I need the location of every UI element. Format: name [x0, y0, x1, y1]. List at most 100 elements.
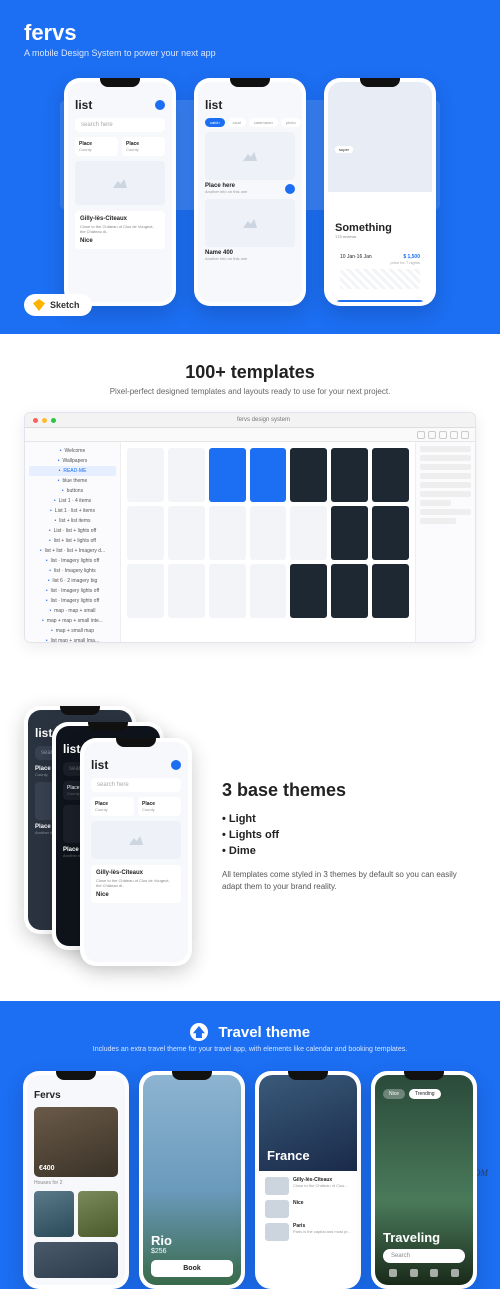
minimize-icon: [42, 418, 47, 423]
nav-icon: [389, 1269, 397, 1277]
artboard: [331, 448, 368, 502]
titlebar: fervs design system: [25, 413, 475, 428]
sketch-app-window: fervs design system WelcomeWallpapersREA…: [24, 412, 476, 643]
artboard: [127, 448, 164, 502]
artboard: [250, 506, 287, 560]
sidebar-item: List · list + lights off: [29, 526, 116, 536]
sidebar-item: map + map + small inte...: [29, 616, 116, 626]
artboard: [168, 448, 205, 502]
screen-title: list: [75, 98, 92, 112]
umbrella-icon: [190, 1023, 208, 1041]
price-sub: price for 7 nights: [340, 260, 420, 265]
tool-icon: [461, 431, 469, 439]
hero-phone-1: list search here PlaceCounty PlaceCounty…: [64, 78, 176, 306]
artboard: [331, 506, 368, 560]
theme-desc: All templates come styled in 3 themes by…: [222, 869, 476, 891]
travel-phone-2: Rio $256 Book: [139, 1071, 245, 1289]
hero-section: fervs A mobile Design System to power yo…: [0, 0, 500, 334]
sidebar-item: Wallpapers: [29, 456, 116, 466]
sidebar-item: list + list items: [29, 516, 116, 526]
sidebar-item: list · Imagery lights off: [29, 556, 116, 566]
add-icon: [155, 100, 165, 110]
detail-card: Gilly-lès-Cîteaux Close to the Château o…: [75, 211, 165, 249]
theme-item: Dime: [222, 845, 476, 857]
notch-icon: [288, 1071, 328, 1080]
place-sub: Another info on this one: [205, 256, 295, 261]
toolbar: [25, 428, 475, 442]
travel-phone-4: Nice Trending Traveling Search: [371, 1071, 477, 1289]
tool-icon: [439, 431, 447, 439]
tool-icon: [450, 431, 458, 439]
themes-section: list search here Place County Place here…: [0, 671, 500, 1001]
artboard: [372, 564, 409, 618]
sidebar-item: list map + small Ima...: [29, 636, 116, 642]
artboard: [290, 506, 327, 560]
notch-icon: [172, 1071, 212, 1080]
window-title: fervs design system: [60, 417, 467, 423]
search-input: search here: [75, 118, 165, 132]
image-placeholder-icon: [205, 132, 295, 180]
sidebar-item: list + list · list + Imagery d...: [29, 546, 116, 556]
date-text: 10 Jan·16 Jan: [340, 254, 372, 260]
sidebar-item: Welcome: [29, 446, 116, 456]
artboard: [372, 448, 409, 502]
theme-item: Lights off: [222, 829, 476, 841]
badge: super: [335, 146, 353, 153]
notch-icon: [56, 1071, 96, 1080]
travel-phone-1: Fervs €400 Houses for 2: [23, 1071, 129, 1289]
artboard: [250, 448, 287, 502]
book-button: Book: [151, 1260, 233, 1277]
sidebar-item: buttons: [29, 486, 116, 496]
hero-phone-row: list search here PlaceCounty PlaceCounty…: [24, 78, 476, 306]
brand-subtitle: A mobile Design System to power your nex…: [24, 48, 476, 58]
tool-icon: [428, 431, 436, 439]
theme-phone-stack: list search here Place County Place here…: [24, 706, 194, 966]
theme-item: Light: [222, 813, 476, 825]
canvas: [121, 442, 415, 642]
hero-phone-3: super Something 175 reviews 10 Jan·16 Ja…: [324, 78, 436, 306]
artboard: [209, 564, 246, 618]
theme-list: Light Lights off Dime: [222, 813, 476, 857]
notch-icon: [360, 78, 400, 87]
maximize-icon: [51, 418, 56, 423]
sketch-badge: Sketch: [24, 294, 92, 316]
travel-section: Travel theme Includes an extra travel th…: [0, 1001, 500, 1289]
artboard: [290, 564, 327, 618]
sketch-icon: [33, 299, 45, 311]
product-title: Something: [335, 222, 425, 234]
sidebar-item: list · Imagery lights: [29, 566, 116, 576]
artboard: [290, 448, 327, 502]
sidebar-item: blue theme: [29, 476, 116, 486]
sidebar-item: list 6 · 2 imagery big: [29, 576, 116, 586]
section-title: 3 base themes: [222, 780, 476, 801]
section-subtitle: Includes an extra travel theme for your …: [18, 1046, 482, 1053]
section-subtitle: Pixel-perfect designed templates and lay…: [24, 387, 476, 396]
image-placeholder-icon: [91, 821, 181, 859]
notch-icon: [116, 738, 156, 747]
place-card: PlaceCounty: [75, 137, 118, 156]
artboard: [127, 564, 164, 618]
artboard: [331, 564, 368, 618]
layers-sidebar: WelcomeWallpapersREAD-MEblue themebutton…: [25, 442, 121, 642]
screen-title: list: [205, 98, 222, 112]
artboard: [250, 564, 287, 618]
image-placeholder-icon: [205, 199, 295, 247]
notch-icon: [230, 78, 270, 87]
map-placeholder-icon: [340, 269, 420, 289]
filter-pill: local: [228, 118, 246, 127]
sidebar-item: List 1 · 4 items: [29, 496, 116, 506]
tool-icon: [417, 431, 425, 439]
inspector-panel: [415, 442, 475, 642]
filter-pill: catamaran: [249, 118, 278, 127]
section-title: 100+ templates: [24, 362, 476, 383]
sidebar-item: List 1 · list + items: [29, 506, 116, 516]
templates-section: 100+ templates Pixel-perfect designed te…: [0, 334, 500, 671]
image-placeholder-icon: [75, 161, 165, 205]
filter-pill: catch: [205, 118, 225, 127]
filter-pill: photo: [281, 118, 301, 127]
sidebar-item: list · Imagery lights off: [29, 586, 116, 596]
hero-phone-2: list catch local catamaran photo Place h…: [194, 78, 306, 306]
artboard: [168, 564, 205, 618]
nav-icon: [430, 1269, 438, 1277]
reviews-text: 175 reviews: [335, 234, 425, 239]
